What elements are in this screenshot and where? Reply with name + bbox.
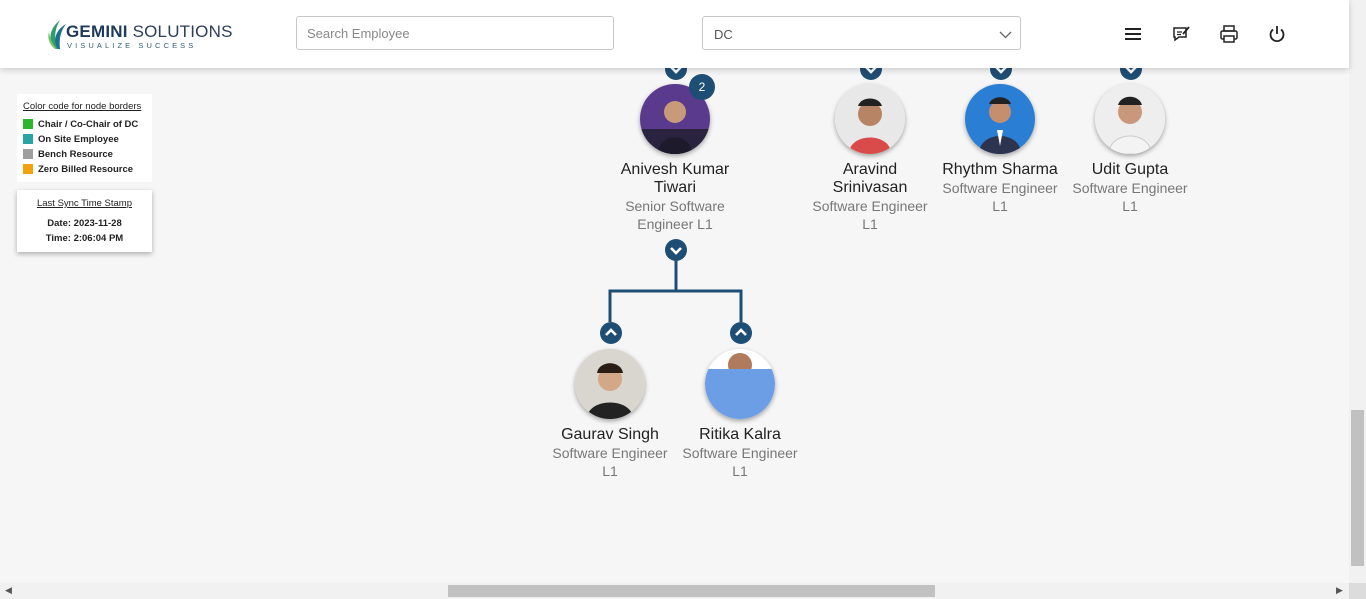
node-anivesh[interactable]: Anivesh Kumar Tiwari Senior Software Engin… — [610, 161, 740, 233]
scroll-left-arrow-icon[interactable]: ◀ — [5, 585, 12, 596]
node-ritika[interactable]: Ritika Kalra Software Engineer L1 — [675, 426, 805, 480]
employee-name: Udit Gupta — [1091, 161, 1169, 178]
employee-role: Software Engineer L1 — [552, 445, 668, 479]
power-icon[interactable] — [1267, 24, 1287, 44]
expand-up-toggle-ritika[interactable] — [730, 322, 752, 344]
dc-select-value: DC — [714, 27, 733, 42]
employee-name: Rhythm Sharma — [942, 161, 1058, 178]
scrollbar-corner — [1349, 583, 1366, 599]
vertical-scroll-thumb[interactable] — [1351, 410, 1364, 566]
avatar-aravind[interactable] — [835, 84, 905, 154]
node-rhythm[interactable]: Rhythm Sharma Software Engineer L1 — [935, 161, 1065, 215]
employee-name: Gaurav Singh — [561, 426, 659, 443]
employee-name: Ritika Kalra — [699, 426, 781, 443]
avatar-ritika[interactable] — [705, 349, 775, 419]
leaf-logo-icon — [48, 20, 66, 49]
employee-name: Aravind Srinivasan — [832, 161, 908, 196]
menu-icon[interactable] — [1123, 24, 1143, 44]
brand-tagline: VISUALIZE SUCCESS — [67, 41, 197, 50]
expand-up-toggle-gaurav[interactable] — [600, 322, 622, 344]
print-icon[interactable] — [1219, 24, 1239, 44]
employee-role: Software Engineer L1 — [1072, 180, 1188, 214]
employee-role: Software Engineer L1 — [942, 180, 1058, 214]
avatar-udit[interactable] — [1095, 84, 1165, 154]
horizontal-scrollbar[interactable]: ◀ ▶ — [0, 583, 1349, 599]
employee-role: Software Engineer L1 — [812, 198, 928, 232]
node-udit[interactable]: Udit Gupta Software Engineer L1 — [1065, 161, 1195, 215]
brand-name: GEMINI SOLUTIONS — [66, 22, 233, 41]
node-gaurav[interactable]: Gaurav Singh Software Engineer L1 — [545, 426, 675, 480]
gemini-logo[interactable]: GEMINI SOLUTIONS VISUALIZE SUCCESS — [46, 16, 232, 52]
scroll-right-arrow-icon[interactable]: ▶ — [1336, 585, 1343, 596]
search-employee-input[interactable] — [296, 16, 614, 50]
employee-name: Anivesh Kumar Tiwari — [620, 161, 730, 196]
node-aravind[interactable]: Aravind Srinivasan Software Engineer L1 — [805, 161, 935, 233]
feedback-icon[interactable] — [1171, 24, 1191, 44]
reportee-count-badge: 2 — [689, 74, 715, 100]
employee-role: Senior Software Engineer L1 — [625, 198, 725, 232]
top-header: GEMINI SOLUTIONS VISUALIZE SUCCESS DC — [0, 0, 1349, 68]
collapse-toggle-anivesh[interactable] — [665, 239, 687, 261]
vertical-scrollbar[interactable] — [1349, 0, 1366, 583]
horizontal-scroll-thumb[interactable] — [448, 585, 935, 597]
chevron-down-icon — [999, 31, 1012, 39]
avatar-gaurav[interactable] — [575, 349, 645, 419]
avatar-rhythm[interactable] — [965, 84, 1035, 154]
dc-select[interactable]: DC — [702, 16, 1021, 50]
employee-role: Software Engineer L1 — [682, 445, 798, 479]
